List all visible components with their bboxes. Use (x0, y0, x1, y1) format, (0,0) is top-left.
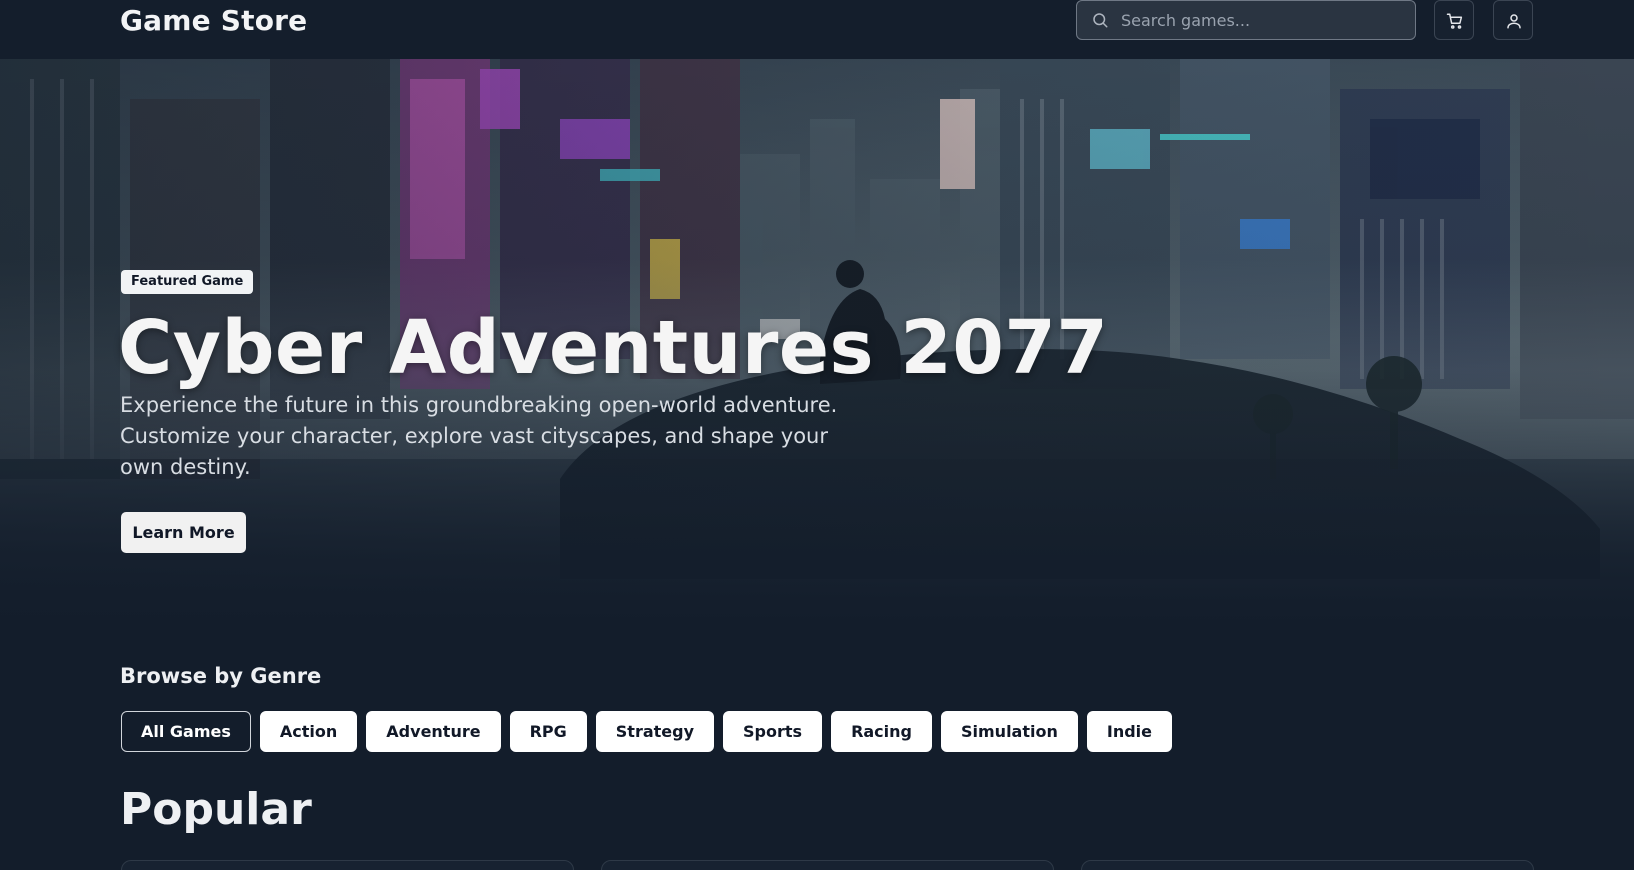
cart-button[interactable] (1434, 0, 1474, 40)
user-button[interactable] (1493, 0, 1533, 40)
top-nav: Game Store (0, 0, 1634, 59)
browse-by-genre-title: Browse by Genre (120, 664, 322, 688)
search-icon (1093, 13, 1108, 28)
search-box[interactable] (1076, 0, 1416, 40)
genre-chip-sports[interactable]: Sports (723, 711, 823, 752)
genre-filter-list: All Games Action Adventure RPG Strategy … (121, 711, 1173, 752)
genre-chip-racing[interactable]: Racing (831, 711, 932, 752)
hero-title: Cyber Adventures 2077 (118, 305, 1109, 391)
brand-title[interactable]: Game Store (120, 4, 307, 37)
genre-chip-all-games[interactable]: All Games (121, 711, 251, 752)
genre-chip-adventure[interactable]: Adventure (366, 711, 501, 752)
search-input[interactable] (1121, 1, 1411, 39)
featured-badge: Featured Game (121, 270, 254, 294)
game-card[interactable] (601, 860, 1054, 870)
genre-chip-rpg[interactable]: RPG (509, 711, 587, 752)
genre-chip-action[interactable]: Action (259, 711, 358, 752)
game-card[interactable] (1081, 860, 1534, 870)
genre-chip-strategy[interactable]: Strategy (595, 711, 715, 752)
game-card[interactable] (121, 860, 574, 870)
user-icon (1507, 14, 1521, 29)
popular-section-title: Popular (120, 784, 312, 835)
learn-more-button[interactable]: Learn More (121, 512, 246, 553)
genre-chip-indie[interactable]: Indie (1086, 711, 1173, 752)
genre-chip-simulation[interactable]: Simulation (941, 711, 1078, 752)
hero-description: Experience the future in this groundbrea… (120, 393, 838, 479)
cart-icon (1446, 13, 1463, 29)
